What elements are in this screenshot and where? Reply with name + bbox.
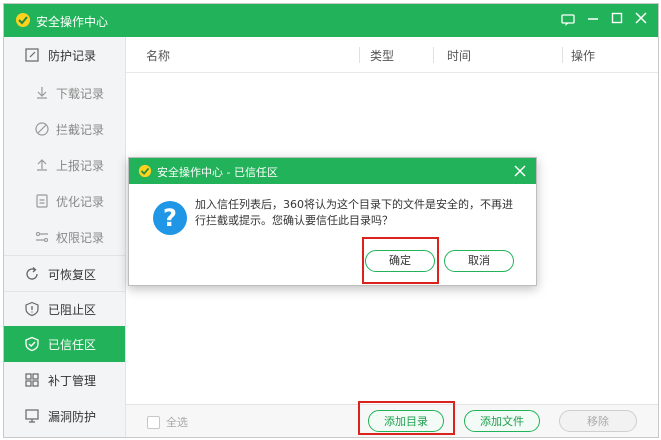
window-title: 安全操作中心 (36, 15, 109, 29)
grid-icon (25, 373, 39, 387)
sidebar-item-recoverable[interactable]: 可恢复区 (4, 256, 125, 292)
sidebar-item-label: 上报记录 (56, 159, 105, 173)
column-header-action[interactable]: 操作 (571, 47, 595, 64)
dialog-title: 安全操作中心 - 已信任区 (157, 166, 278, 179)
maximize-icon[interactable] (608, 11, 626, 29)
sidebar-item-blocked[interactable]: 已阻止区 (4, 291, 125, 327)
sidebar-item-label: 已信任区 (48, 338, 97, 352)
remove-button[interactable]: 移除 (559, 410, 637, 432)
upload-icon (37, 159, 47, 171)
sidebar-item-download-records[interactable]: 下载记录 (4, 75, 125, 111)
select-all-checkbox[interactable] (147, 416, 160, 429)
download-icon (37, 87, 47, 99)
feedback-icon[interactable] (559, 11, 577, 29)
minimize-icon[interactable] (584, 11, 602, 29)
add-file-button[interactable]: 添加文件 (464, 410, 540, 432)
sidebar-item-label: 优化记录 (56, 195, 105, 209)
sidebar-item-optimize-records[interactable]: 优化记录 (4, 183, 125, 219)
sidebar-item-label: 补丁管理 (48, 374, 97, 388)
highlight-add-directory (358, 401, 455, 435)
cancel-button[interactable]: 取消 (444, 250, 514, 272)
dialog-close-icon[interactable] (512, 163, 528, 179)
trust-confirm-dialog: 安全操作中心 - 已信任区 ? 加入信任列表后，360将认为这个目录下的文件是安… (128, 157, 537, 286)
sidebar-item-permission-records[interactable]: 权限记录 (4, 219, 125, 255)
sidebar-item-protection-records[interactable]: 防护记录 (4, 37, 125, 73)
svg-text:?: ? (163, 204, 177, 232)
column-header-name[interactable]: 名称 (146, 47, 170, 64)
sidebar-item-trusted[interactable]: 已信任区 (4, 326, 125, 362)
sidebar-item-vulnerability-protection[interactable]: 漏洞防护 (4, 398, 125, 434)
sidebar-item-label: 防护记录 (48, 49, 97, 63)
sidebar-item-label: 漏洞防护 (48, 410, 97, 424)
shield-check-icon (25, 336, 39, 352)
app-logo-icon (16, 13, 30, 27)
sidebar-item-block-records[interactable]: 拦截记录 (4, 111, 125, 147)
block-icon (35, 122, 49, 136)
shield-alert-icon (25, 301, 39, 317)
highlight-confirm (362, 237, 439, 284)
sidebar-item-label: 已阻止区 (48, 303, 97, 317)
sidebar-item-patch-management[interactable]: 补丁管理 (4, 362, 125, 398)
close-icon[interactable] (632, 11, 650, 29)
column-header-type[interactable]: 类型 (370, 47, 394, 64)
app-logo-icon (138, 164, 152, 178)
refresh-icon (26, 267, 38, 280)
monitor-icon (25, 409, 39, 423)
question-icon: ? (153, 201, 187, 235)
sidebar-item-report-records[interactable]: 上报记录 (4, 147, 125, 183)
dialog-message: 加入信任列表后，360将认为这个目录下的文件是安全的，不再进行拦截或提示。您确认… (195, 198, 513, 227)
column-header-time[interactable]: 时间 (447, 47, 471, 64)
sidebar-item-label: 可恢复区 (48, 268, 97, 282)
select-all-label: 全选 (166, 416, 188, 429)
sidebar-item-label: 权限记录 (56, 231, 105, 245)
sidebar-item-label: 拦截记录 (56, 123, 105, 137)
title-bar: 安全操作中心 (4, 4, 658, 37)
sidebar: 防护记录 下载记录 拦截记录 上报记录 优化记录 权限记录 可恢复区 已阻止区 … (4, 37, 126, 437)
edit-icon (25, 48, 39, 62)
document-icon (36, 194, 48, 208)
dialog-title-bar: 安全操作中心 - 已信任区 (129, 158, 536, 184)
sidebar-item-label: 下载记录 (56, 87, 105, 101)
permission-icon (35, 231, 49, 243)
